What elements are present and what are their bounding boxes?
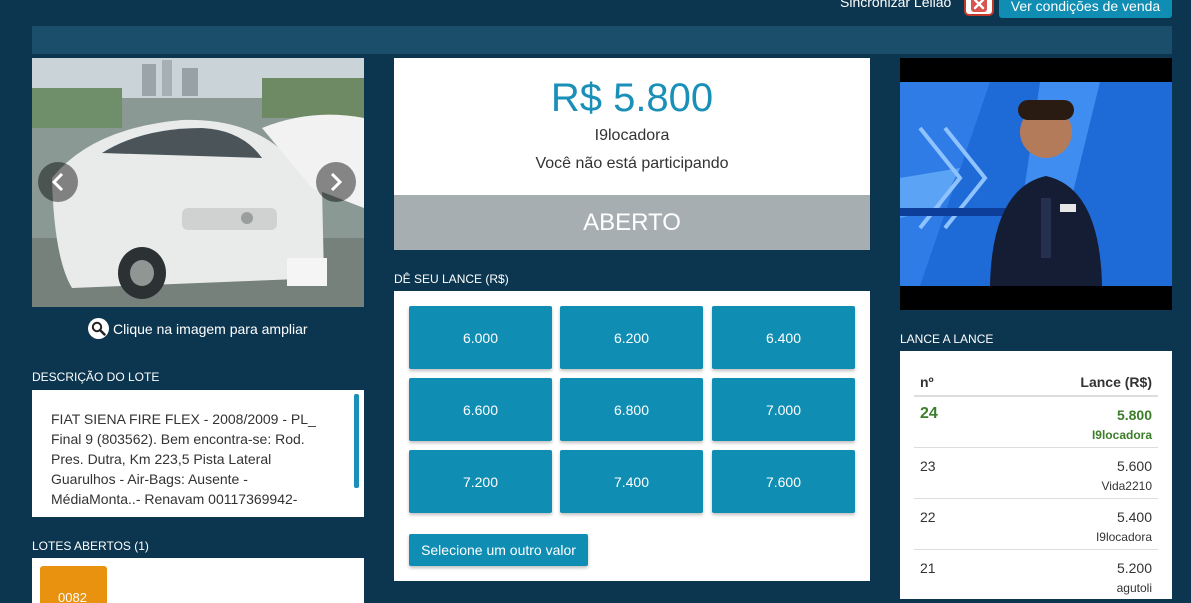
table-row: 21 5.200 agutoli <box>914 550 1158 599</box>
bid-amount: 5.200 <box>1116 560 1152 576</box>
auction-status-bar: ABERTO <box>394 195 870 250</box>
bid-amount: 5.800 <box>1116 407 1152 423</box>
enlarge-image-label: Clique na imagem para ampliar <box>113 320 308 337</box>
current-price: R$ 5.800 <box>550 76 714 120</box>
bid-section-title: DÊ SEU LANCE (R$) <box>394 272 509 286</box>
table-header: nº Lance (R$) <box>914 369 1158 397</box>
bid-option-button[interactable]: 6.600 <box>409 378 552 441</box>
chevron-right-icon <box>330 173 343 191</box>
bid-user: agutoli <box>1116 581 1152 595</box>
lot-description-box: FIAT SIENA FIRE FLEX - 2008/2009 - PL_ F… <box>32 390 364 517</box>
price-panel: R$ 5.800 I9locadora Você não está partic… <box>394 58 870 195</box>
bid-number: 22 <box>920 509 936 525</box>
bid-user: I9locadora <box>1095 530 1152 544</box>
bid-number: 24 <box>920 405 938 422</box>
lot-description-text: FIAT SIENA FIRE FLEX - 2008/2009 - PL_ F… <box>51 411 316 507</box>
bid-number: 21 <box>920 560 936 576</box>
close-icon <box>971 0 987 12</box>
table-row: 22 5.400 I9locadora <box>914 499 1158 550</box>
bid-user: I9locadora <box>1091 428 1152 442</box>
column-number-header: nº <box>920 374 934 390</box>
next-photo-button[interactable] <box>316 162 356 202</box>
bid-amount: 5.400 <box>1116 509 1152 525</box>
leading-bidder: I9locadora <box>594 127 670 144</box>
top-bar <box>32 26 1172 54</box>
live-video-stream[interactable] <box>900 58 1172 310</box>
bid-number: 23 <box>920 458 936 474</box>
column-value-header: Lance (R$) <box>1080 374 1152 390</box>
table-row: 23 5.600 Vida2210 <box>914 448 1158 499</box>
bid-option-button[interactable]: 7.000 <box>712 378 855 441</box>
sync-auction-label: Sincronizar Leilão <box>840 0 952 10</box>
bid-option-button[interactable]: 7.600 <box>712 450 855 513</box>
bid-option-button[interactable]: 6.400 <box>712 306 855 369</box>
bid-option-button[interactable]: 6.200 <box>560 306 703 369</box>
description-scrollbar[interactable] <box>354 394 359 488</box>
close-button[interactable] <box>964 0 994 16</box>
chevron-left-icon <box>51 173 64 191</box>
bid-user: Vida2210 <box>1101 479 1153 493</box>
bid-option-button[interactable]: 6.000 <box>409 306 552 369</box>
bid-amount: 5.600 <box>1116 458 1152 474</box>
lot-description-title: DESCRIÇÃO DO LOTE <box>32 370 160 384</box>
bid-option-button[interactable]: 7.400 <box>560 450 703 513</box>
zoom-icon <box>88 318 109 339</box>
vehicle-photo[interactable] <box>32 58 364 307</box>
sale-conditions-button[interactable]: Ver condições de venda <box>999 0 1172 18</box>
open-lots-list: 0082 <box>32 558 364 603</box>
open-lot-item[interactable]: 0082 <box>40 566 107 603</box>
bid-options-panel: 6.000 6.200 6.400 6.600 6.800 7.000 7.20… <box>394 291 870 581</box>
bid-history-title: LANCE A LANCE <box>900 332 994 346</box>
table-row: 24 5.800 I9locadora <box>914 397 1158 448</box>
participation-status: Você não está participando <box>535 155 729 172</box>
open-lots-title: LOTES ABERTOS (1) <box>32 539 149 553</box>
bid-option-button[interactable]: 7.200 <box>409 450 552 513</box>
enlarge-image-link[interactable]: Clique na imagem para ampliar <box>88 318 308 339</box>
other-value-button[interactable]: Selecione um outro valor <box>409 534 588 566</box>
bid-history-table: nº Lance (R$) 24 5.800 I9locadora 23 5.6… <box>900 351 1172 599</box>
previous-photo-button[interactable] <box>38 162 78 202</box>
bid-option-button[interactable]: 6.800 <box>560 378 703 441</box>
